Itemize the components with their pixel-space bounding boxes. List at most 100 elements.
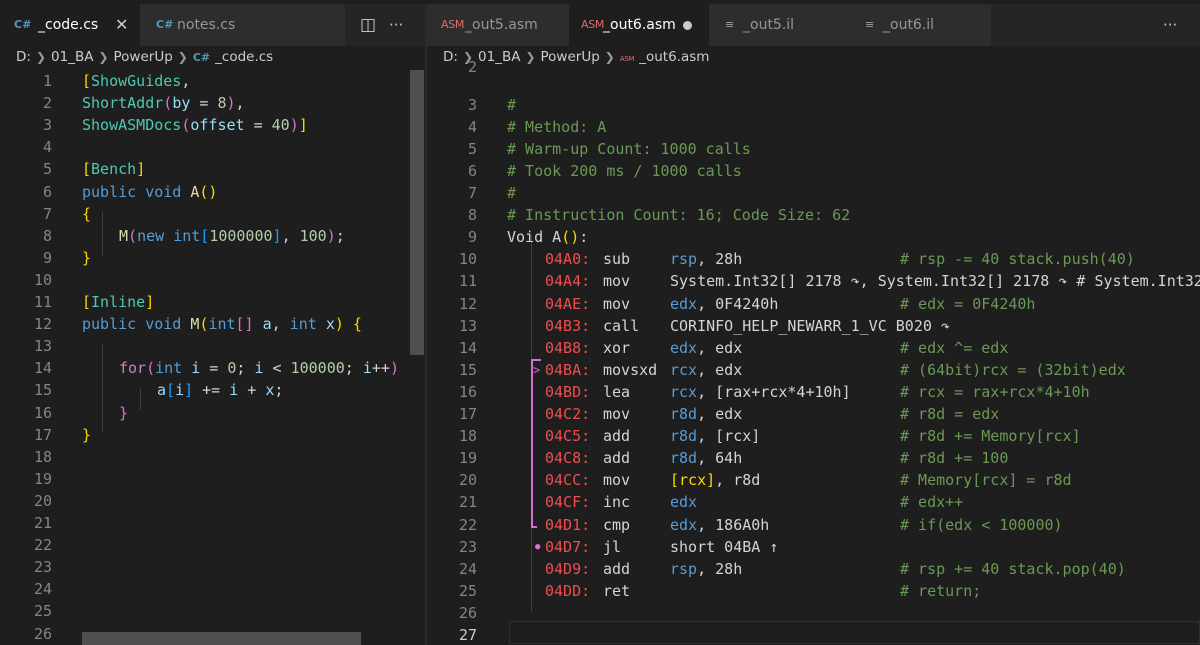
code-line: 24 <box>0 578 425 600</box>
asm-instruction-row: 11 04A4: mov System.Int32[] 2178 ↷, System.… <box>427 270 1200 292</box>
tab-out5-asm[interactable]: ASM _out5.asm <box>427 4 569 46</box>
code-editor[interactable]: 1 [ShowGuides, 2 ShortAddr(by = 8), 3 ShowA… <box>0 70 425 645</box>
left-editor-group: C# _code.cs ✕ C# notes.cs ◫ ··· D: ❯ 01_BA… <box>0 4 425 645</box>
code-line: 26 <box>427 602 1200 624</box>
breadcrumb: D: ❯ 01_BA ❯ PowerUp ❯ C# _code.cs <box>0 46 425 68</box>
instruction-address: 04B8: <box>545 338 591 357</box>
instruction-mnemonic: add <box>603 449 631 468</box>
line-number: 2 <box>42 94 52 113</box>
instruction-comment: # if(edx < 100000) <box>900 515 1063 534</box>
instruction-operands: rsp, 28h <box>670 250 743 269</box>
instruction-operands: rcx, [rax+rcx*4+10h] <box>670 382 851 401</box>
more-actions-icon[interactable]: ··· <box>1163 4 1177 46</box>
tab-out6-asm[interactable]: ASM _out6.asm <box>569 4 709 46</box>
breadcrumb-item[interactable]: _code.cs <box>215 46 273 68</box>
unsaved-dot-icon[interactable] <box>683 21 692 30</box>
line-number: 26 <box>33 624 52 643</box>
jump-target-arrow-icon: > <box>533 362 541 377</box>
csharp-icon: C# <box>192 51 211 64</box>
instruction-operands: rsp, 28h <box>670 559 743 578</box>
tab-code-cs[interactable]: C# _code.cs ✕ <box>0 4 140 46</box>
line-code: } <box>82 248 92 267</box>
line-number: 21 <box>33 514 52 532</box>
line-number: 6 <box>467 161 477 180</box>
instruction-mnemonic: ret <box>603 581 631 600</box>
code-line: 22 <box>0 534 425 556</box>
code-line: 8 # Instruction Count: 16; Code Size: 62 <box>427 204 1200 226</box>
instruction-mnemonic: lea <box>603 382 631 401</box>
code-line: 23 <box>0 556 425 578</box>
instruction-operands: System.Int32[] 2178 ↷, System.Int32[] 21… <box>670 272 1200 291</box>
tab-label: _out6.asm <box>603 17 676 33</box>
code-line: 14 for(int i = 0; i < 100000; i++) <box>0 357 425 379</box>
asm-editor[interactable]: 2 3 # 4 # Method: A 5 # Warm-up Count: 1000… <box>427 58 1200 645</box>
code-line: 7{ <box>0 203 425 225</box>
code-line: 25 <box>0 600 425 622</box>
code-line: 12 public void M(int[] a, int x) { <box>0 313 425 335</box>
instruction-mnemonic: mov <box>603 471 631 490</box>
code-line: 6 public void A() <box>0 181 425 203</box>
chevron-right-icon: ❯ <box>177 50 188 64</box>
asm-instruction-row: 18 04C5: add r8d, [rcx] # r8d += Memory[rcx] <box>427 425 1200 447</box>
file-lines-icon: ≡ <box>865 18 875 31</box>
instruction-comment: # Memory[rcx] = r8d <box>900 471 1072 490</box>
line-number: 22 <box>33 536 52 555</box>
instruction-mnemonic: cmp <box>603 515 631 534</box>
code-line: 3 # <box>427 94 1200 116</box>
line-number: 24 <box>458 559 477 578</box>
asm-comment: # Took 200 ms / 1000 calls <box>507 161 742 180</box>
line-number: 11 <box>458 272 477 291</box>
line-code: } <box>119 403 129 422</box>
line-number: 21 <box>458 493 477 512</box>
instruction-address: 04D7: <box>545 537 591 556</box>
code-line: 7 # <box>427 182 1200 204</box>
code-line: 9} <box>0 247 425 269</box>
right-editor-group: ASM _out5.asm ASM _out6.asm ≡ _out5.il ≡… <box>427 4 1200 645</box>
close-icon[interactable]: ✕ <box>115 4 128 46</box>
instruction-operands: CORINFO_HELP_NEWARR_1_VC B020 ↷ <box>670 316 950 335</box>
left-tab-bar: C# _code.cs ✕ C# notes.cs ◫ ··· <box>0 4 425 46</box>
code-line: 2 ShortAddr(by = 8), <box>0 92 425 114</box>
line-number: 4 <box>42 138 52 157</box>
method-header: Void A(): <box>507 228 589 247</box>
line-number: 9 <box>42 248 52 267</box>
instruction-address: 04BD: <box>545 382 591 401</box>
tab-notes-cs[interactable]: C# notes.cs <box>140 4 345 46</box>
instruction-operands: r8d, edx <box>670 405 743 423</box>
instruction-operands: [rcx], r8d <box>670 471 761 490</box>
line-number: 4 <box>467 117 477 136</box>
instruction-comment: # edx ^= edx <box>900 338 1009 357</box>
line-number: 6 <box>42 182 52 201</box>
vertical-scrollbar[interactable] <box>410 70 424 355</box>
csharp-icon: C# <box>156 18 174 31</box>
tab-out6-il[interactable]: ≡ _out6.il <box>849 4 991 46</box>
tab-label: _code.cs <box>38 17 99 33</box>
line-code: } <box>82 425 92 444</box>
horizontal-scrollbar[interactable] <box>82 632 361 645</box>
asm-instruction-row: 20 04CC: mov [rcx], r8d # Memory[rcx] = r8d <box>427 469 1200 491</box>
line-number: 13 <box>33 337 52 356</box>
code-line: 4 <box>0 136 425 158</box>
instruction-comment: # edx = 0F4240h <box>900 294 1036 313</box>
line-number: 23 <box>33 558 52 577</box>
instruction-mnemonic: mov <box>603 294 631 313</box>
line-number: 15 <box>458 360 477 379</box>
split-editor-icon[interactable]: ◫ <box>360 4 376 46</box>
asm-icon: ASM <box>581 18 605 31</box>
instruction-mnemonic: movsxd <box>603 360 658 379</box>
instruction-comment: # rcx = rax+rcx*4+10h <box>900 382 1090 401</box>
line-number: 14 <box>458 338 477 357</box>
line-number: 16 <box>33 403 52 422</box>
code-line: 10 <box>0 269 425 291</box>
asm-instruction-row: 12 04AE: mov edx, 0F4240h # edx = 0F4240h <box>427 293 1200 315</box>
tab-out5-il[interactable]: ≡ _out5.il <box>709 4 849 46</box>
breadcrumb-item[interactable]: D: <box>0 46 31 68</box>
tab-label: _out5.asm <box>465 17 538 33</box>
more-actions-icon[interactable]: ··· <box>389 4 403 46</box>
line-number: 25 <box>458 581 477 600</box>
breadcrumb-item[interactable]: PowerUp <box>114 46 173 68</box>
line-number: 12 <box>458 294 477 313</box>
breadcrumb-item[interactable]: 01_BA <box>51 46 93 68</box>
line-number: 3 <box>42 116 52 135</box>
line-number: 16 <box>458 382 477 401</box>
